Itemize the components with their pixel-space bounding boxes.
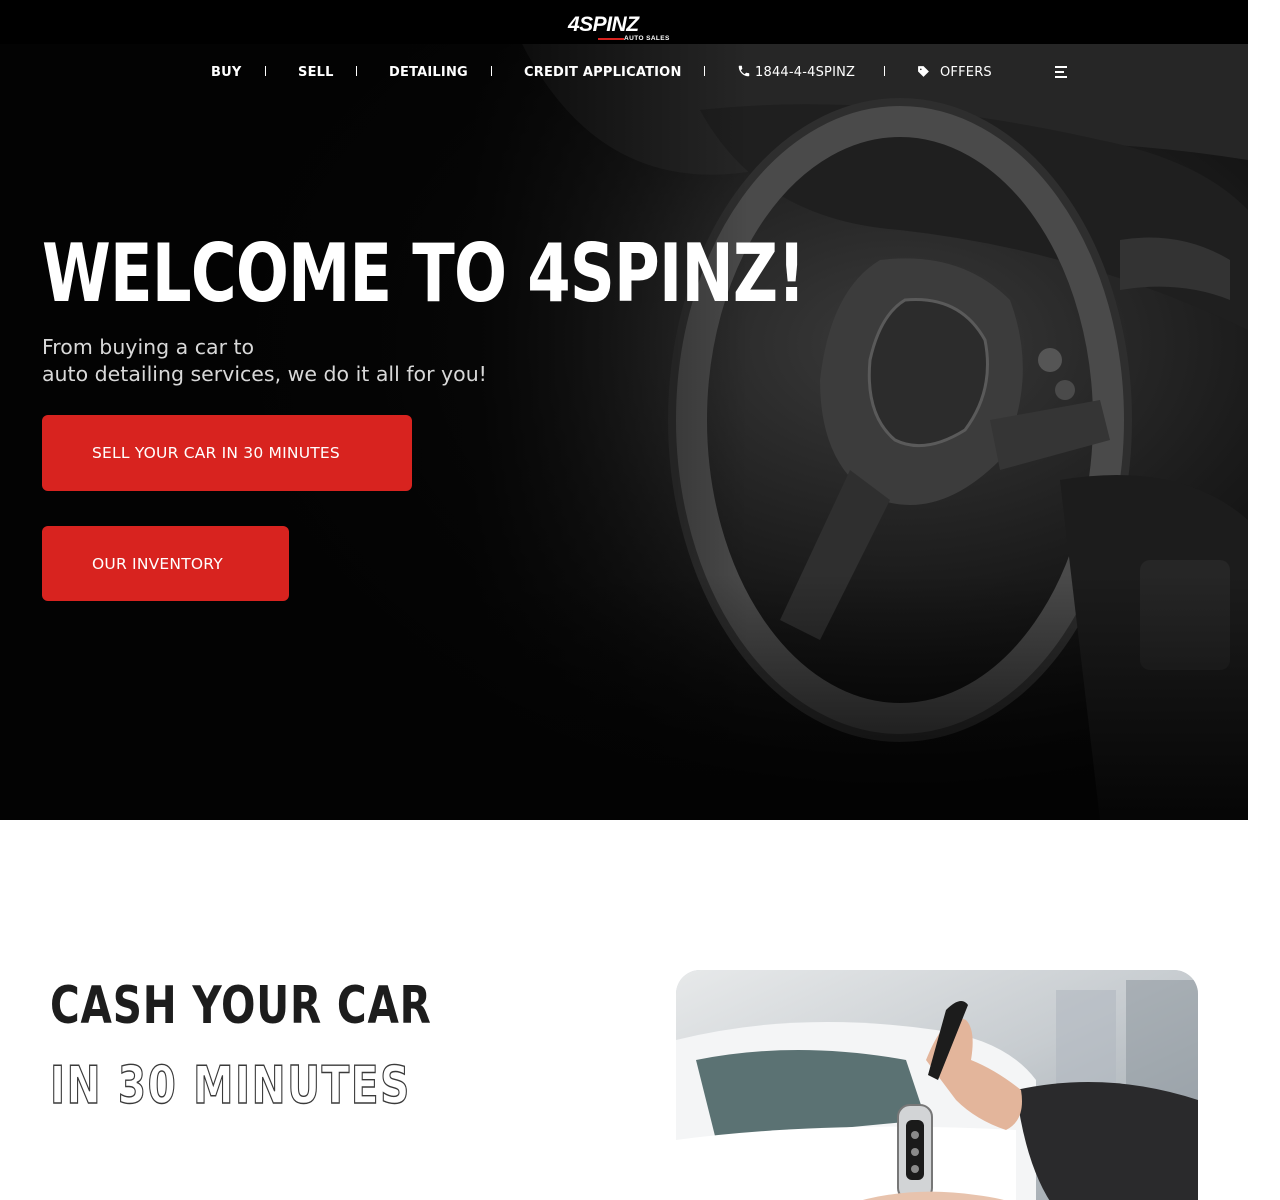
cash-section-title: CASH YOUR CAR: [50, 976, 432, 1036]
nav-divider: [884, 66, 885, 76]
hero-section: 4SPINZ AUTO SALES BUY SELL DETAILING CRE…: [0, 0, 1248, 820]
car-key-handover-photo: [676, 970, 1198, 1200]
nav-divider: [704, 66, 705, 76]
nav-divider: [265, 66, 266, 76]
our-inventory-button[interactable]: OUR INVENTORY: [42, 526, 289, 601]
cash-section-subtitle: IN 30 MINUTES: [49, 1055, 411, 1116]
logo-stripe: [598, 38, 624, 40]
brand-logo[interactable]: 4SPINZ AUTO SALES: [568, 14, 682, 44]
offers-label: OFFERS: [940, 65, 992, 80]
nav-divider: [356, 66, 357, 76]
tag-icon: [918, 66, 929, 77]
logo-text: 4SPINZ: [568, 13, 639, 36]
hero-background-image: [0, 0, 1248, 820]
hero-subtitle-line2: auto detailing services, we do it all fo…: [42, 362, 487, 386]
hero-subtitle: From buying a car to auto detailing serv…: [42, 334, 562, 388]
phone-icon: [738, 65, 750, 77]
car-key-image: [676, 970, 1198, 1200]
nav-item-credit-application[interactable]: CREDIT APPLICATION: [524, 64, 682, 82]
hero-subtitle-line1: From buying a car to: [42, 335, 255, 359]
main-navigation: BUY SELL DETAILING CREDIT APPLICATION 18…: [0, 60, 1248, 86]
hero-title: WELCOME TO 4SPINZ!: [42, 227, 806, 320]
hamburger-menu-icon[interactable]: [1055, 66, 1069, 78]
nav-item-sell[interactable]: SELL: [298, 64, 334, 82]
nav-item-offers[interactable]: OFFERS: [917, 64, 992, 82]
nav-item-phone[interactable]: 1844-4-4SPINZ: [737, 64, 855, 82]
nav-divider: [491, 66, 492, 76]
phone-number: 1844-4-4SPINZ: [755, 65, 856, 80]
nav-item-detailing[interactable]: DETAILING: [389, 64, 468, 82]
logo-subtext: AUTO SALES: [624, 35, 670, 42]
nav-item-buy[interactable]: BUY: [211, 64, 241, 82]
sell-your-car-button[interactable]: SELL YOUR CAR IN 30 MINUTES: [42, 415, 412, 491]
